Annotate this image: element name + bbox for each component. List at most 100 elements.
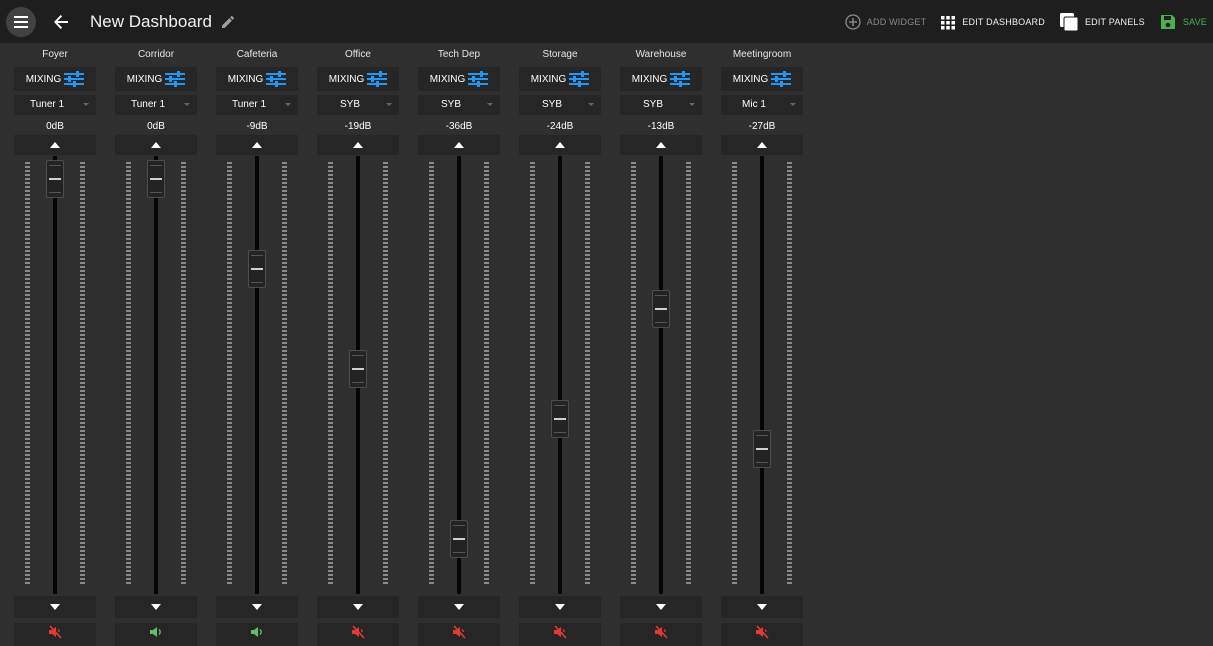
arrow-back-icon xyxy=(54,14,68,29)
mixing-label: MIXING xyxy=(631,73,668,85)
chevron-down-icon xyxy=(790,103,796,106)
mute-toggle-button[interactable] xyxy=(317,623,399,646)
volume-down-button[interactable] xyxy=(418,596,500,618)
fader-handle[interactable] xyxy=(551,400,569,438)
mute-toggle-button[interactable] xyxy=(620,623,702,646)
volume-fader[interactable] xyxy=(216,156,298,594)
source-select[interactable]: Mic 1 xyxy=(721,95,803,115)
mute-toggle-button[interactable] xyxy=(216,623,298,646)
chevron-down-icon xyxy=(588,103,594,106)
volume-up-button[interactable] xyxy=(418,135,500,155)
fader-track xyxy=(760,156,764,594)
mixing-button[interactable]: MIXING xyxy=(620,67,702,91)
edit-panels-button[interactable]: EDIT PANELS xyxy=(1059,12,1145,32)
volume-down-button[interactable] xyxy=(317,596,399,618)
edit-title-button[interactable] xyxy=(220,13,238,31)
edit-dashboard-label: EDIT DASHBOARD xyxy=(962,16,1045,27)
top-app-bar: New Dashboard ADD WIDGET EDIT DASHBOARD … xyxy=(0,0,1213,43)
volume-fader[interactable] xyxy=(721,156,803,594)
fader-scale-left xyxy=(227,162,232,586)
source-select[interactable]: SYB xyxy=(317,95,399,115)
volume-up-button[interactable] xyxy=(317,135,399,155)
fader-track xyxy=(255,156,259,594)
volume-up-button[interactable] xyxy=(115,135,197,155)
volume-down-button[interactable] xyxy=(721,596,803,618)
source-select[interactable]: SYB xyxy=(418,95,500,115)
level-readout: -19dB xyxy=(344,121,372,132)
fader-scale-left xyxy=(328,162,333,586)
volume-down-button[interactable] xyxy=(216,596,298,618)
source-select[interactable]: Tuner 1 xyxy=(115,95,197,115)
mixing-label: MIXING xyxy=(227,73,264,85)
volume-fader[interactable] xyxy=(14,156,96,594)
source-select[interactable]: Tuner 1 xyxy=(216,95,298,115)
mixing-label: MIXING xyxy=(530,73,567,85)
mute-toggle-button[interactable] xyxy=(14,623,96,646)
volume-off-icon xyxy=(453,625,466,639)
fader-handle[interactable] xyxy=(248,250,266,288)
save-button[interactable]: SAVE xyxy=(1159,13,1207,31)
fader-handle[interactable] xyxy=(652,290,670,328)
fader-handle[interactable] xyxy=(147,160,165,198)
mixer-sliders-icon xyxy=(569,71,590,87)
add-widget-button[interactable]: ADD WIDGET xyxy=(845,13,927,30)
fader-handle[interactable] xyxy=(349,350,367,388)
menu-button[interactable] xyxy=(6,6,36,37)
volume-up-button[interactable] xyxy=(721,135,803,155)
mixing-button[interactable]: MIXING xyxy=(418,67,500,91)
channel-name: Cafeteria xyxy=(236,49,278,60)
volume-fader[interactable] xyxy=(418,156,500,594)
volume-fader[interactable] xyxy=(317,156,399,594)
fader-handle[interactable] xyxy=(753,430,771,468)
level-readout: -9dB xyxy=(246,121,268,132)
source-value: SYB xyxy=(339,99,360,110)
mixing-button[interactable]: MIXING xyxy=(216,67,298,91)
mixing-button[interactable]: MIXING xyxy=(317,67,399,91)
level-readout: -13dB xyxy=(647,121,675,132)
volume-off-icon xyxy=(655,625,668,639)
volume-down-button[interactable] xyxy=(519,596,601,618)
source-select[interactable]: SYB xyxy=(620,95,702,115)
mixing-button[interactable]: MIXING xyxy=(519,67,601,91)
arrow-down-icon xyxy=(252,604,262,610)
fader-handle[interactable] xyxy=(450,520,468,558)
volume-on-icon xyxy=(251,627,262,637)
source-value: SYB xyxy=(642,99,663,110)
mixing-label: MIXING xyxy=(328,73,365,85)
mixing-button[interactable]: MIXING xyxy=(115,67,197,91)
volume-up-button[interactable] xyxy=(519,135,601,155)
volume-down-button[interactable] xyxy=(115,596,197,618)
source-value: Mic 1 xyxy=(742,99,766,110)
source-select[interactable]: Tuner 1 xyxy=(14,95,96,115)
volume-down-button[interactable] xyxy=(620,596,702,618)
channel-strip-warehouse: Warehouse MIXING SYB -13dB xyxy=(614,43,708,646)
mute-toggle-button[interactable] xyxy=(519,623,601,646)
source-value: Tuner 1 xyxy=(130,99,166,110)
mute-toggle-button[interactable] xyxy=(115,623,197,646)
chevron-down-icon xyxy=(487,103,493,106)
source-select[interactable]: SYB xyxy=(519,95,601,115)
mixing-button[interactable]: MIXING xyxy=(14,67,96,91)
back-button[interactable] xyxy=(50,11,72,33)
arrow-down-icon xyxy=(50,604,60,610)
fader-scale-right xyxy=(181,162,186,586)
volume-up-button[interactable] xyxy=(14,135,96,155)
volume-up-button[interactable] xyxy=(216,135,298,155)
mute-toggle-button[interactable] xyxy=(721,623,803,646)
save-label: SAVE xyxy=(1182,16,1207,27)
source-value: SYB xyxy=(440,99,461,110)
volume-fader[interactable] xyxy=(115,156,197,594)
level-readout: 0dB xyxy=(147,121,165,132)
mute-toggle-button[interactable] xyxy=(418,623,500,646)
mixing-button[interactable]: MIXING xyxy=(721,67,803,91)
channel-strip-cafeteria: Cafeteria MIXING Tuner 1 -9dB xyxy=(210,43,304,646)
volume-fader[interactable] xyxy=(519,156,601,594)
volume-fader[interactable] xyxy=(620,156,702,594)
arrow-down-icon xyxy=(656,604,666,610)
chevron-down-icon xyxy=(386,103,392,106)
volume-down-button[interactable] xyxy=(14,596,96,618)
fader-scale-left xyxy=(25,162,30,586)
volume-up-button[interactable] xyxy=(620,135,702,155)
fader-handle[interactable] xyxy=(46,160,64,198)
edit-dashboard-button[interactable]: EDIT DASHBOARD xyxy=(940,14,1045,30)
